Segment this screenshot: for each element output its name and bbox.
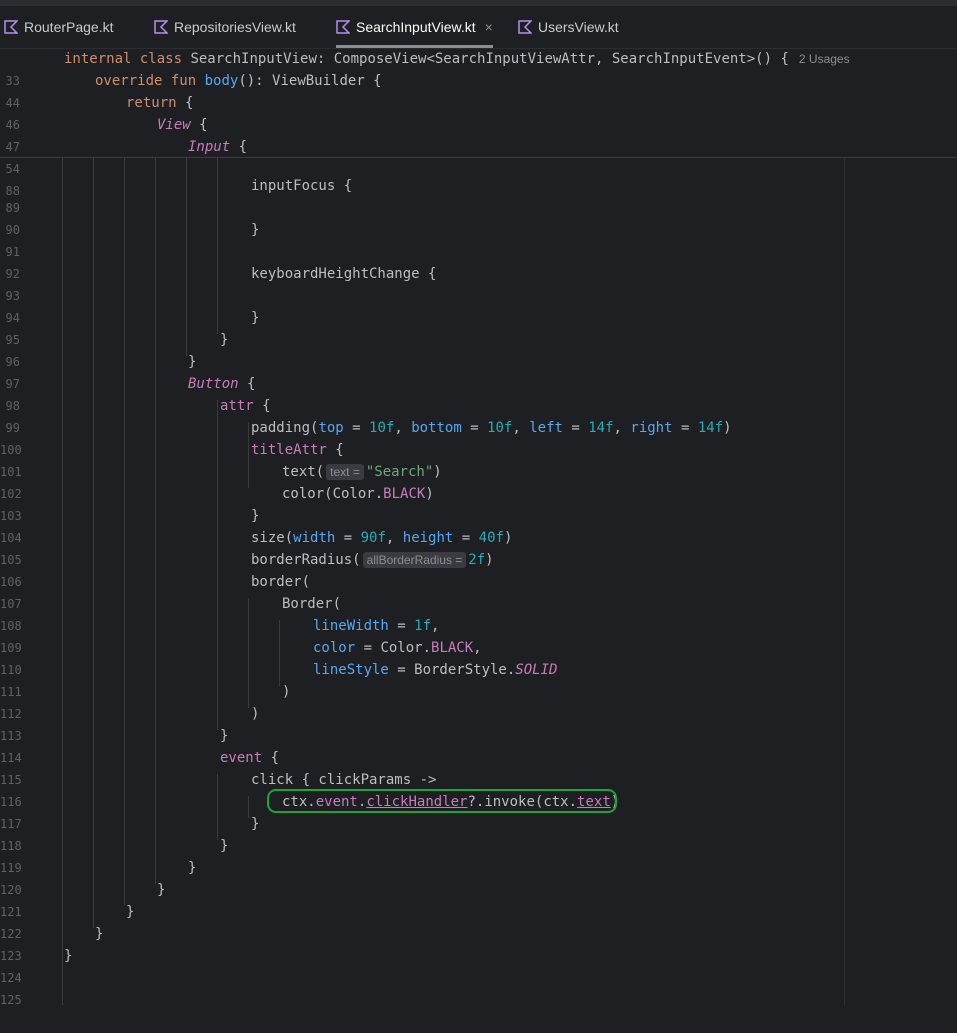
code-line[interactable]: 104 } [0,505,957,545]
code-line[interactable]: 122 } [0,901,957,941]
tab-label: RepositoriesView.kt [174,19,296,35]
code-text: Border( [282,596,342,612]
code-line[interactable]: 98 Button { [0,373,957,413]
code-text: padding(top = 10f, bottom = 10f, left = … [251,420,732,436]
kotlin-file-icon [336,20,350,34]
code-line[interactable]: 125 [0,967,957,1007]
code-line[interactable]: 119 } [0,835,957,875]
code-text: } [126,904,135,920]
kotlin-file-icon [4,20,18,34]
code-line[interactable]: 120 } [0,857,957,897]
code-line[interactable]: 92 [0,241,957,281]
code-line[interactable]: 90 [0,197,957,237]
sticky-line[interactable]: 33 internal class SearchInputView: Compo… [0,48,957,88]
code-line[interactable]: 118 } [0,813,957,853]
code-text: View { [157,117,208,133]
code-line[interactable]: 114 } [0,725,957,765]
tab-label: UsersView.kt [538,19,619,35]
code-line[interactable]: 123 } [0,923,957,963]
code-text: color(Color.BLACK) [282,486,434,502]
usages-hint[interactable]: 2 Usages [799,52,850,66]
highlight-annotation-box [267,789,617,813]
code-line[interactable]: 93 keyboardHeightChange { [0,263,957,303]
sticky-line[interactable]: 46 return { [0,92,957,132]
kotlin-file-icon [518,20,532,34]
param-name-hint: allBorderRadius = [362,552,467,568]
code-line[interactable]: 109 lineWidth = 1f, [0,615,957,655]
code-text: border( [251,574,311,590]
code-line[interactable]: 97 } [0,351,957,391]
code-text: event { [220,750,280,766]
code-text: } [251,310,260,326]
tab-usersview[interactable]: UsersView.kt [518,6,619,48]
code-line[interactable]: 111 lineStyle = BorderStyle.SOLID [0,659,957,699]
code-line[interactable]: 116 click { clickParams -> [0,769,957,809]
code-text: } [251,222,260,238]
code-text: return { [126,95,194,111]
code-line[interactable]: 113 ) [0,703,957,743]
code-text: keyboardHeightChange { [251,266,437,282]
code-line[interactable]: 101 titleAttr { [0,439,957,479]
code-text: lineStyle = BorderStyle.SOLID [313,662,558,678]
sticky-line[interactable]: 54 Input { [0,136,957,176]
code-line[interactable]: 91 } [0,219,957,259]
code-text: } [64,948,73,964]
tab-label: RouterPage.kt [24,19,114,35]
code-line[interactable]: 107 border( [0,571,957,611]
code-line[interactable]: 124 } [0,945,957,985]
code-text: titleAttr { [251,442,344,458]
code-text: } [220,728,229,744]
sticky-line[interactable]: 47 View { [0,114,957,154]
code-line[interactable]: 95 } [0,307,957,347]
code-text: lineWidth = 1f, [313,618,440,634]
code-text: internal class SearchInputView: ComposeV… [64,51,850,67]
code-text: ) [282,684,291,700]
code-text: borderRadius(allBorderRadius = 2f) [251,552,494,568]
code-text: inputFocus { [251,178,353,194]
code-text: } [220,332,229,348]
editor-tab-bar: RouterPage.kt RepositoriesView.kt Search… [0,6,957,49]
code-line[interactable]: 105 size(width = 90f, height = 40f) [0,527,957,567]
code-text: color = Color.BLACK, [313,640,482,656]
code-text: Input { [188,139,248,155]
code-text: override fun body(): ViewBuilder { [95,73,382,89]
tab-repositoriesview[interactable]: RepositoriesView.kt [154,6,296,48]
code-line[interactable]: 99 attr { [0,395,957,435]
code-line[interactable]: 100 padding(top = 10f, bottom = 10f, lef… [0,417,957,457]
code-text: click { clickParams -> [251,772,437,788]
close-tab-icon[interactable]: × [485,19,493,35]
code-line[interactable]: 110 color = Color.BLACK, [0,637,957,677]
code-line[interactable]: 115 event { [0,747,957,787]
tab-label: SearchInputView.kt [356,19,476,35]
code-line[interactable]: 126 [0,989,957,1005]
code-text: Button { [188,376,256,392]
code-text: } [188,860,197,876]
code-text: text(text = "Search") [282,464,442,480]
code-line[interactable]: 96 } [0,329,957,369]
code-text: } [251,508,260,524]
code-text: size(width = 90f, height = 40f) [251,530,513,546]
code-line[interactable]: 102 text(text = "Search") [0,461,957,501]
code-text: } [220,838,229,854]
code-line[interactable]: 112 ) [0,681,957,721]
code-line[interactable]: 108 Border( [0,593,957,633]
code-text: } [95,926,104,942]
tab-searchinputview[interactable]: SearchInputView.kt × [336,6,493,48]
param-name-hint: text = [326,464,364,480]
code-line[interactable]: 121 } [0,879,957,919]
code-text: } [157,882,166,898]
code-editor[interactable]: 33 internal class SearchInputView: Compo… [0,48,957,1007]
tab-routerpage[interactable]: RouterPage.kt [4,6,114,48]
sticky-line[interactable]: 44 override fun body(): ViewBuilder { [0,70,957,110]
code-text: ) [251,706,260,722]
code-text: } [251,816,260,832]
code-line[interactable]: 94 [0,285,957,325]
code-line[interactable]: 89 inputFocus { [0,175,957,215]
code-text: attr { [220,398,271,414]
code-line[interactable]: 106 borderRadius(allBorderRadius = 2f) [0,549,957,589]
code-text: } [188,354,197,370]
kotlin-file-icon [154,20,168,34]
code-line[interactable]: 103 color(Color.BLACK) [0,483,957,523]
